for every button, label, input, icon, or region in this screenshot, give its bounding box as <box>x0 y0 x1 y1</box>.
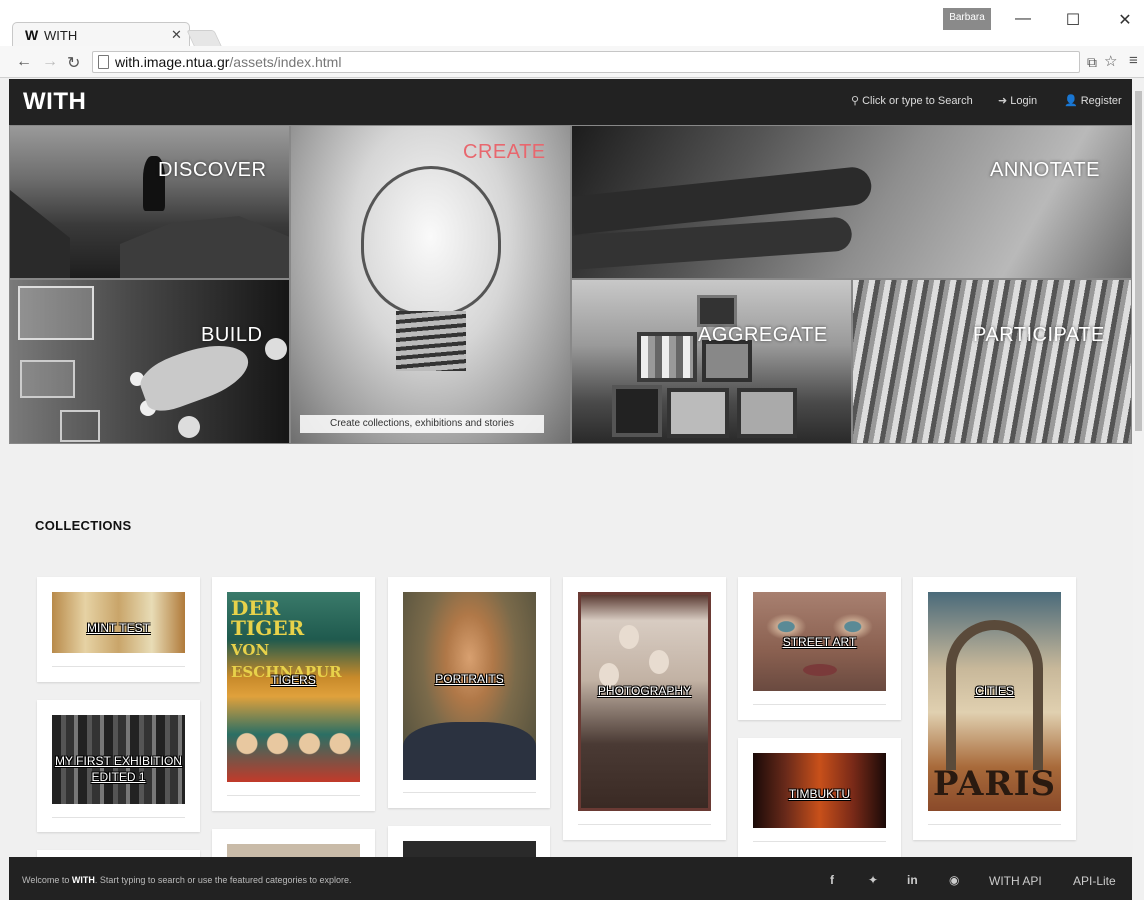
profile-badge[interactable]: Barbara <box>943 8 991 30</box>
menu-icon[interactable]: ≡ <box>1129 52 1138 69</box>
app-navbar: WITH ⚲ Click or type to Search ➜ Login 👤 Re… <box>9 79 1132 125</box>
linkedin-icon[interactable]: in <box>907 873 918 887</box>
tab-favicon-icon: W <box>25 27 39 43</box>
back-arrow-icon[interactable]: ← <box>16 53 32 71</box>
tile-participate[interactable]: PARTICIPATE <box>852 279 1132 444</box>
collection-label: MINT TEST <box>87 621 150 635</box>
bookmark-star-icon[interactable]: ☆ <box>1104 52 1117 70</box>
tile-participate-label: PARTICIPATE <box>973 324 1105 346</box>
feature-mosaic: DISCOVER CREATE Create collections, exhi… <box>9 125 1132 444</box>
collection-label: TIMBUKTU <box>788 787 851 801</box>
address-bar[interactable]: with.image.ntua.gr/assets/index.html <box>92 51 1080 73</box>
collection-label: STREET ART <box>782 635 857 649</box>
collection-label: PORTRAITS <box>435 672 504 686</box>
reload-icon[interactable]: ↻ <box>67 53 80 73</box>
page-scrollbar[interactable] <box>1133 79 1144 900</box>
with-api-link[interactable]: WITH API <box>989 874 1042 888</box>
facebook-icon[interactable]: f <box>830 873 834 887</box>
browser-titlebar: W WITH ✕ Barbara — ☐ ✕ <box>0 0 1144 46</box>
collection-card-photography[interactable]: PHOTOGRAPHY <box>563 577 726 840</box>
maximize-icon[interactable]: ☐ <box>1058 10 1088 30</box>
tile-annotate-label: ANNOTATE <box>990 159 1100 181</box>
collection-card-cities[interactable]: PARIS CITIES <box>913 577 1076 840</box>
collection-card-portraits[interactable]: PORTRAITS <box>388 577 550 808</box>
tab-title: WITH <box>44 28 78 43</box>
collection-label: CITIES <box>975 684 1014 698</box>
collection-label: PHOTOGRAPHY <box>597 684 692 698</box>
footer-welcome-text: Welcome to WITH. Start typing to search … <box>22 875 352 885</box>
login-link[interactable]: ➜ Login <box>998 94 1037 107</box>
tile-discover-label: DISCOVER <box>158 159 267 181</box>
tile-create-label: CREATE <box>463 141 546 163</box>
collection-thumbnail: PARIS <box>928 592 1061 811</box>
register-link[interactable]: 👤 Register <box>1064 94 1122 107</box>
collection-thumbnail <box>578 592 711 811</box>
url-text: with.image.ntua.gr/assets/index.html <box>115 54 342 70</box>
api-lite-link[interactable]: API-Lite <box>1073 874 1116 888</box>
collection-card-partial[interactable] <box>388 826 550 859</box>
translate-icon[interactable]: ⧉ <box>1087 54 1097 71</box>
tile-aggregate[interactable]: AGGREGATE <box>571 279 852 444</box>
github-icon[interactable]: ◉ <box>949 873 959 887</box>
tile-build[interactable]: BUILD <box>9 279 290 444</box>
minimize-icon[interactable]: — <box>1008 10 1038 28</box>
new-tab-button[interactable] <box>186 30 222 46</box>
collection-label: MY FIRST EXHIBITION EDITED 1 <box>55 754 182 784</box>
close-window-icon[interactable]: ✕ <box>1110 10 1140 30</box>
browser-tab[interactable]: W WITH ✕ <box>12 22 190 46</box>
forward-arrow-icon[interactable]: → <box>42 53 58 71</box>
tile-annotate[interactable]: ANNOTATE <box>571 125 1132 279</box>
poster-paris-text: PARIS <box>932 764 1057 804</box>
browser-toolbar: ← → ↻ with.image.ntua.gr/assets/index.ht… <box>0 46 1144 78</box>
collection-label: TIGERS <box>271 673 316 687</box>
tile-aggregate-label: AGGREGATE <box>698 324 828 346</box>
tile-discover[interactable]: DISCOVER <box>9 125 290 279</box>
login-icon: ➜ <box>998 95 1008 107</box>
collection-card-tigers[interactable]: DER TIGER VON ESCHNAPUR TIGERS <box>212 577 375 811</box>
collection-card-timbuktu[interactable]: TIMBUKTU <box>738 738 901 858</box>
collection-card-street-art[interactable]: STREET ART <box>738 577 901 720</box>
scrollbar-thumb[interactable] <box>1135 91 1142 431</box>
footer-bar: Welcome to WITH. Start typing to search … <box>9 857 1132 900</box>
create-caption: Create collections, exhibitions and stor… <box>300 415 544 433</box>
search-link[interactable]: ⚲ Click or type to Search <box>851 94 973 107</box>
collection-card-partial[interactable] <box>212 829 375 859</box>
search-icon: ⚲ <box>851 95 860 107</box>
collection-card-mint-test[interactable]: MINT TEST <box>37 577 200 682</box>
add-user-icon: 👤 <box>1064 95 1078 107</box>
collection-card-exhibition[interactable]: MY FIRST EXHIBITION EDITED 1 <box>37 700 200 832</box>
tab-close-icon[interactable]: ✕ <box>171 27 182 43</box>
collections-heading: COLLECTIONS <box>35 518 132 533</box>
twitter-icon[interactable]: ✦ <box>868 873 878 887</box>
brand-logo[interactable]: WITH <box>23 88 86 116</box>
poster-title: DER TIGER VON ESCHNAPUR <box>231 596 342 681</box>
tile-build-label: BUILD <box>201 324 263 346</box>
page-icon <box>98 55 109 69</box>
tile-create[interactable]: CREATE Create collections, exhibitions a… <box>290 125 571 444</box>
